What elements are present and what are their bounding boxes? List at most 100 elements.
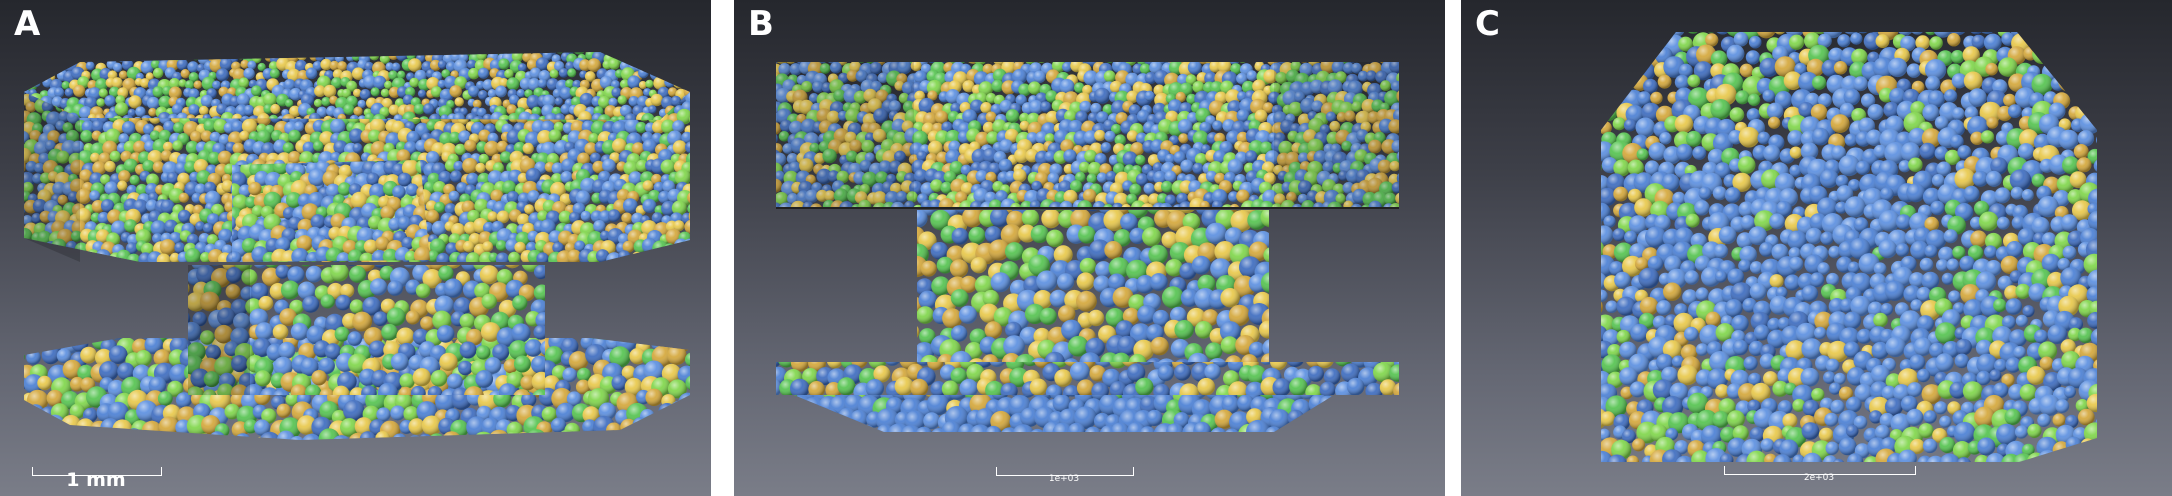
sphere-shade	[479, 265, 499, 285]
sphere	[472, 431, 495, 440]
sphere	[628, 52, 641, 62]
sphere-shade	[687, 437, 690, 440]
sphere-shade	[688, 60, 690, 70]
sphere-shade	[410, 52, 421, 55]
sphere-shade	[375, 52, 388, 56]
sphere-shade	[650, 93, 663, 107]
sphere-shade	[238, 77, 250, 88]
sphere	[212, 52, 222, 53]
sphere-shade	[526, 52, 540, 53]
sphere	[667, 434, 686, 440]
sphere	[24, 54, 28, 63]
sphere	[138, 52, 148, 61]
sphere	[60, 42, 69, 51]
sphere-shade	[168, 433, 185, 440]
sphere-shade	[686, 71, 690, 82]
sphere	[51, 52, 62, 55]
sphere	[115, 52, 129, 62]
sphere	[686, 71, 690, 82]
sphere-shade	[667, 434, 686, 440]
sphere-shade	[619, 52, 632, 64]
sphere	[311, 52, 320, 54]
sphere	[110, 52, 125, 57]
sphere-shade	[352, 143, 363, 153]
sphere-shade	[652, 338, 673, 341]
sphere	[24, 119, 26, 132]
sphere	[336, 52, 347, 54]
sphere	[681, 77, 690, 87]
sphere-shade	[97, 52, 110, 62]
sphere	[665, 52, 679, 62]
sphere	[69, 52, 82, 56]
sphere-shade	[33, 58, 45, 70]
sphere	[687, 437, 690, 440]
sphere-shade	[26, 350, 41, 365]
sphere-shade	[267, 52, 281, 54]
sphere	[454, 52, 467, 55]
sphere-shade	[684, 219, 690, 234]
sphere	[689, 113, 690, 125]
sphere	[159, 52, 169, 54]
sphere-shade	[255, 322, 274, 341]
sphere	[239, 52, 250, 53]
sphere	[226, 52, 241, 54]
sphere-shade	[458, 360, 473, 376]
sphere-shade	[642, 198, 657, 213]
sphere-shade	[437, 60, 447, 69]
sphere-shade	[448, 190, 460, 202]
sphere-shade	[687, 52, 690, 57]
sphere-shade	[536, 421, 553, 438]
sphere	[12, 102, 23, 113]
sphere	[194, 433, 214, 440]
sphere-shade	[157, 391, 173, 406]
sphere	[692, 96, 701, 105]
sphere-shade	[290, 322, 309, 341]
sphere	[583, 52, 594, 54]
sphere-shade	[91, 52, 105, 62]
sphere-shade	[349, 265, 367, 283]
sphere-shade	[135, 350, 152, 367]
sphere	[600, 52, 613, 54]
sphere-shade	[49, 57, 63, 71]
sphere-shade	[547, 435, 563, 440]
sphere	[121, 320, 138, 337]
sphere-shade	[392, 433, 408, 440]
sphere	[106, 433, 126, 440]
sphere	[77, 338, 98, 340]
sphere-shade	[24, 62, 27, 73]
sphere-shade	[476, 52, 487, 61]
sphere	[675, 421, 690, 437]
sphere-shade	[311, 52, 320, 54]
sphere-shade	[110, 52, 125, 57]
sphere-shade	[73, 84, 86, 97]
sphere-shade	[640, 409, 655, 424]
sphere	[319, 52, 331, 54]
sphere-shade	[627, 75, 641, 89]
sphere-shade	[159, 52, 169, 54]
sphere-shade	[24, 414, 38, 437]
sphere	[24, 62, 27, 73]
sphere-shade	[193, 80, 202, 89]
sphere-shade	[302, 295, 320, 313]
sphere-shade	[217, 150, 233, 165]
sphere-shade	[658, 433, 676, 440]
sphere	[27, 54, 36, 64]
sphere-shade	[289, 436, 305, 440]
sphere	[614, 437, 630, 440]
sphere	[690, 174, 701, 185]
sphere	[556, 429, 579, 440]
sphere	[627, 42, 637, 52]
sphere	[82, 53, 92, 63]
sphere-shade	[585, 434, 605, 440]
sphere-shade	[673, 76, 686, 89]
sphere	[682, 61, 690, 73]
sphere	[25, 60, 35, 70]
sphere-shade	[98, 88, 108, 98]
sphere-shade	[60, 42, 69, 51]
sphere-shade	[239, 52, 250, 53]
sphere	[462, 52, 475, 57]
sphere-shade	[93, 52, 106, 56]
sphere-shade	[285, 99, 294, 108]
sphere-shade	[570, 320, 585, 335]
sphere-shade	[533, 324, 545, 340]
